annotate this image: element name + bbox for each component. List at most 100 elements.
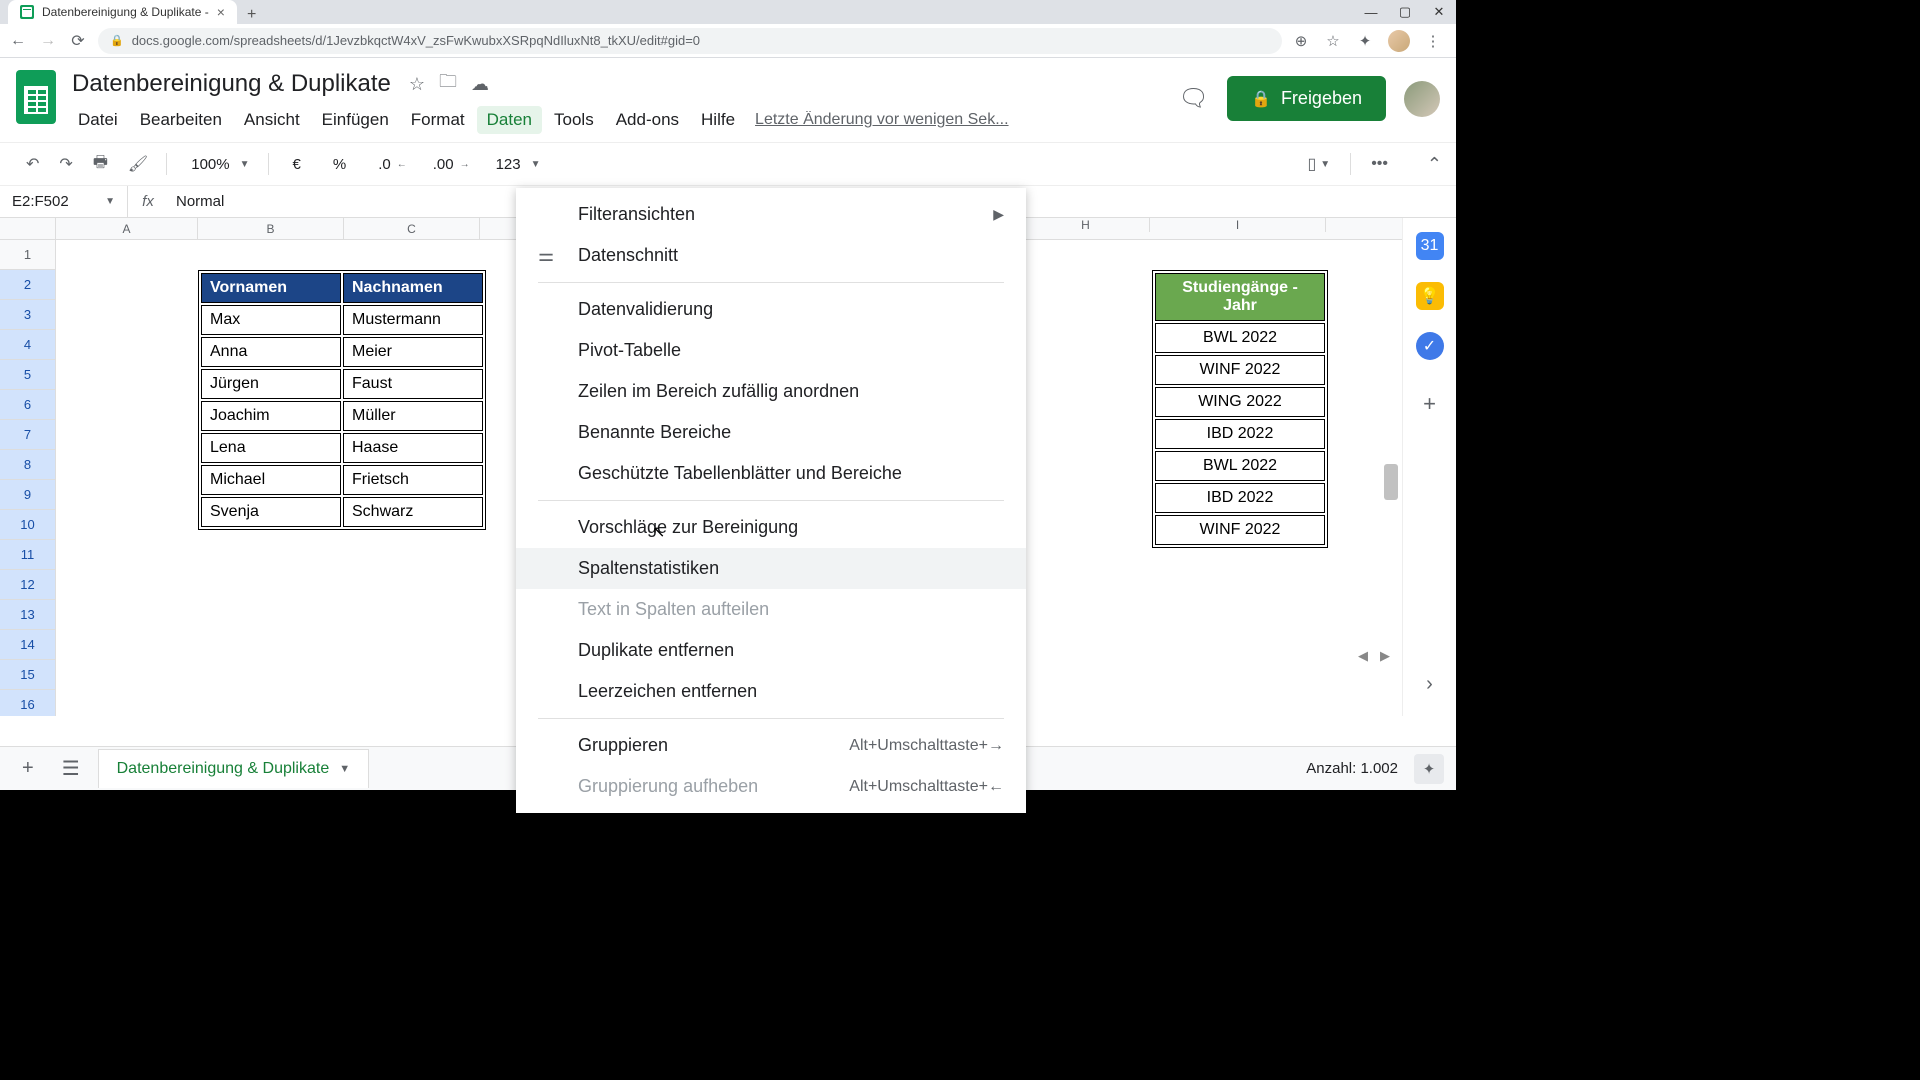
table-cell[interactable]: IBD 2022 bbox=[1155, 483, 1325, 513]
table-cell[interactable]: BWL 2022 bbox=[1155, 323, 1325, 353]
sheet-tab-active[interactable]: Datenbereinigung & Duplikate ▼ bbox=[98, 749, 369, 788]
table-cell[interactable]: BWL 2022 bbox=[1155, 451, 1325, 481]
paint-format-button[interactable]: 🖌 bbox=[120, 148, 156, 180]
table-cell[interactable]: Schwarz bbox=[343, 497, 483, 527]
menu-spaltenstatistiken[interactable]: Spaltenstatistiken bbox=[516, 548, 1026, 589]
row-header-4[interactable]: 4 bbox=[0, 330, 55, 360]
undo-button[interactable]: ↶ bbox=[18, 148, 47, 180]
table-cell[interactable]: Jürgen bbox=[201, 369, 341, 399]
comments-icon[interactable]: 🗨 bbox=[1179, 84, 1209, 113]
collapse-toolbar-button[interactable]: ⌃ bbox=[1427, 154, 1442, 175]
sheets-logo-icon[interactable] bbox=[16, 70, 56, 124]
browser-tab[interactable]: Datenbereinigung & Duplikate - × bbox=[8, 0, 237, 24]
row-header-11[interactable]: 11 bbox=[0, 540, 55, 570]
studiengaenge-table[interactable]: Studiengänge - Jahr BWL 2022WINF 2022WIN… bbox=[1152, 270, 1328, 548]
keep-icon[interactable]: 💡 bbox=[1416, 282, 1444, 310]
table-cell[interactable]: Mustermann bbox=[343, 305, 483, 335]
profile-avatar[interactable] bbox=[1404, 81, 1440, 117]
menu-gruppieren[interactable]: Gruppieren Alt+Umschalttaste+→ bbox=[516, 725, 1026, 766]
menu-datenvalidierung[interactable]: Datenvalidierung bbox=[516, 289, 1026, 330]
menu-datei[interactable]: Datei bbox=[68, 106, 128, 134]
forward-button[interactable]: → bbox=[38, 31, 58, 51]
row-header-2[interactable]: 2 bbox=[0, 270, 55, 300]
maximize-button[interactable]: ▢ bbox=[1388, 0, 1422, 24]
move-icon[interactable]: 🗀 bbox=[439, 69, 457, 99]
row-header-8[interactable]: 8 bbox=[0, 450, 55, 480]
menu-pivot[interactable]: Pivot-Tabelle bbox=[516, 330, 1026, 371]
tasks-icon[interactable]: ✓ bbox=[1416, 332, 1444, 360]
format-currency-button[interactable]: € bbox=[279, 150, 315, 179]
browser-menu-icon[interactable]: ⋮ bbox=[1424, 32, 1442, 50]
url-input[interactable]: 🔒 docs.google.com/spreadsheets/d/1Jevzbk… bbox=[98, 28, 1282, 54]
row-header-1[interactable]: 1 bbox=[0, 240, 55, 270]
name-box[interactable]: E2:F502 ▼ bbox=[0, 186, 128, 217]
menu-hilfe[interactable]: Hilfe bbox=[691, 106, 745, 134]
name-box-dropdown-icon[interactable]: ▼ bbox=[105, 196, 115, 207]
menu-filteransichten[interactable]: Filteransichten ▶ bbox=[516, 194, 1026, 235]
decrease-decimal-button[interactable]: .0← bbox=[364, 150, 415, 179]
row-header-12[interactable]: 12 bbox=[0, 570, 55, 600]
menu-daten[interactable]: Daten bbox=[477, 106, 542, 134]
cloud-status-icon[interactable]: ☁ bbox=[471, 74, 489, 95]
table-cell[interactable]: Faust bbox=[343, 369, 483, 399]
menu-duplikate-entfernen[interactable]: Duplikate entfernen bbox=[516, 630, 1026, 671]
sheet-tab-menu-icon[interactable]: ▼ bbox=[339, 763, 350, 775]
table-cell[interactable]: Joachim bbox=[201, 401, 341, 431]
col-header-a[interactable]: A bbox=[56, 218, 198, 239]
table-cell[interactable]: WINF 2022 bbox=[1155, 515, 1325, 545]
vertical-scrollbar[interactable] bbox=[1384, 464, 1398, 500]
table-cell[interactable]: Meier bbox=[343, 337, 483, 367]
row-header-6[interactable]: 6 bbox=[0, 390, 55, 420]
table-cell[interactable]: WINF 2022 bbox=[1155, 355, 1325, 385]
row-header-14[interactable]: 14 bbox=[0, 630, 55, 660]
menu-vorschlaege[interactable]: Vorschläge zur Bereinigung bbox=[516, 507, 1026, 548]
star-icon[interactable]: ☆ bbox=[409, 74, 425, 95]
more-toolbar-button[interactable]: ••• bbox=[1363, 149, 1396, 179]
redo-button[interactable]: ↷ bbox=[51, 148, 80, 180]
extensions-icon[interactable]: ✦ bbox=[1356, 32, 1374, 50]
col-header-c[interactable]: C bbox=[344, 218, 480, 239]
menu-datenschnitt[interactable]: ⚌ Datenschnitt bbox=[516, 235, 1026, 276]
close-tab-icon[interactable]: × bbox=[217, 4, 225, 20]
last-edit-link[interactable]: Letzte Änderung vor wenigen Sek... bbox=[755, 111, 1009, 129]
minimize-button[interactable]: — bbox=[1354, 0, 1388, 24]
menu-ansicht[interactable]: Ansicht bbox=[234, 106, 310, 134]
add-addon-icon[interactable]: + bbox=[1416, 390, 1444, 418]
zoom-dropdown[interactable]: 100%▼ bbox=[177, 150, 257, 179]
table-cell[interactable]: Haase bbox=[343, 433, 483, 463]
calendar-icon[interactable]: 31 bbox=[1416, 232, 1444, 260]
back-button[interactable]: ← bbox=[8, 31, 28, 51]
table-cell[interactable]: WING 2022 bbox=[1155, 387, 1325, 417]
row-header-5[interactable]: 5 bbox=[0, 360, 55, 390]
zoom-icon[interactable]: ⊕ bbox=[1292, 32, 1310, 50]
row-header-15[interactable]: 15 bbox=[0, 660, 55, 690]
menu-benannte-bereiche[interactable]: Benannte Bereiche bbox=[516, 412, 1026, 453]
menu-leerzeichen-entfernen[interactable]: Leerzeichen entfernen bbox=[516, 671, 1026, 712]
table-cell[interactable]: Michael bbox=[201, 465, 341, 495]
row-header-16[interactable]: 16 bbox=[0, 690, 55, 716]
doc-title[interactable]: Datenbereinigung & Duplikate bbox=[68, 68, 395, 100]
table-cell[interactable]: Müller bbox=[343, 401, 483, 431]
table-cell[interactable]: Frietsch bbox=[343, 465, 483, 495]
select-all-corner[interactable] bbox=[0, 218, 56, 239]
expand-side-panel-icon[interactable]: › bbox=[1426, 673, 1433, 696]
menu-einfuegen[interactable]: Einfügen bbox=[312, 106, 399, 134]
new-tab-button[interactable]: + bbox=[237, 6, 266, 24]
row-header-9[interactable]: 9 bbox=[0, 480, 55, 510]
menu-tools[interactable]: Tools bbox=[544, 106, 604, 134]
col-header-b[interactable]: B bbox=[198, 218, 344, 239]
table-cell[interactable]: Anna bbox=[201, 337, 341, 367]
scroll-left-button[interactable]: ◀ bbox=[1358, 648, 1376, 666]
row-header-7[interactable]: 7 bbox=[0, 420, 55, 450]
reload-button[interactable]: ⟳ bbox=[68, 31, 88, 51]
scroll-right-button[interactable]: ▶ bbox=[1380, 648, 1398, 666]
table-cell[interactable]: Max bbox=[201, 305, 341, 335]
print-button[interactable]: 🖶 bbox=[85, 145, 116, 184]
table-cell[interactable]: IBD 2022 bbox=[1155, 419, 1325, 449]
col-header-gap[interactable] bbox=[480, 218, 520, 239]
row-header-13[interactable]: 13 bbox=[0, 600, 55, 630]
col-header-i[interactable]: I bbox=[1150, 218, 1326, 232]
increase-decimal-button[interactable]: .00→ bbox=[419, 150, 478, 179]
menu-bearbeiten[interactable]: Bearbeiten bbox=[130, 106, 232, 134]
status-count[interactable]: Anzahl: 1.002 bbox=[1306, 760, 1398, 777]
